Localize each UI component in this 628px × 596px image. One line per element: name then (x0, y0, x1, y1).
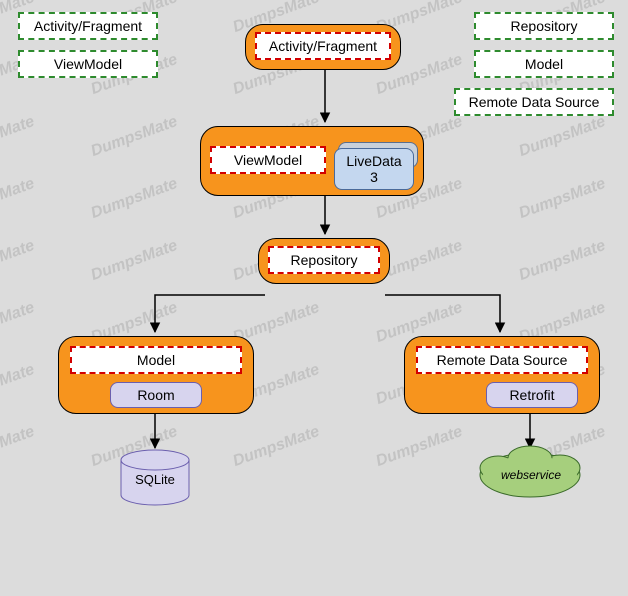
slot-repository[interactable]: Repository (268, 246, 380, 274)
slot-model[interactable]: Model (70, 346, 242, 374)
livedata-box: LiveData 3 (334, 148, 414, 190)
slot-viewmodel[interactable]: ViewModel (210, 146, 326, 174)
option-viewmodel[interactable]: ViewModel (18, 50, 158, 78)
retrofit-box: Retrofit (486, 382, 578, 408)
option-repository[interactable]: Repository (474, 12, 614, 40)
option-model[interactable]: Model (474, 50, 614, 78)
option-remote-data-source[interactable]: Remote Data Source (454, 88, 614, 116)
slot-remote[interactable]: Remote Data Source (416, 346, 588, 374)
sqlite-label: SQLite (130, 472, 180, 487)
slot-activity-fragment[interactable]: Activity/Fragment (255, 32, 391, 60)
room-box: Room (110, 382, 202, 408)
option-activity-fragment[interactable]: Activity/Fragment (18, 12, 158, 40)
webservice-label: webservice (496, 468, 566, 482)
